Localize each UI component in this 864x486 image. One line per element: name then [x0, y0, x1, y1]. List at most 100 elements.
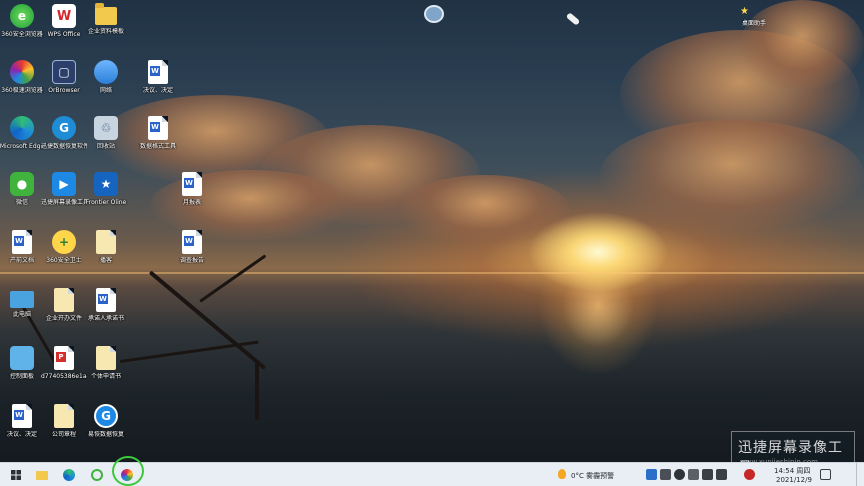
notification-icon[interactable]: [820, 469, 831, 480]
control-icon: [10, 346, 34, 370]
desktop-icon[interactable]: ▢ OrBrowser: [42, 60, 86, 116]
tree-branch: [119, 340, 259, 363]
desktop-icon-label: 360安全浏览器: [1, 31, 43, 38]
desktop-icon-label: 企业资料模板: [87, 28, 124, 35]
doc-icon: W: [148, 60, 168, 84]
desktop-wallpaper: [0, 0, 864, 462]
tray-icon[interactable]: [688, 469, 699, 480]
input-method-icon[interactable]: [744, 469, 755, 480]
desktop-icon-label: 迅捷屏幕录像工具: [41, 199, 87, 206]
desktop-icon-label: 个体申请书: [90, 373, 121, 380]
360browser-icon: e: [10, 4, 34, 28]
desktop-icon[interactable]: Microsoft Edge: [0, 116, 44, 172]
desktop-icon[interactable]: W 决议、决定: [136, 60, 180, 116]
desktop-icon[interactable]: G 迅捷数据恢复软件: [41, 116, 87, 172]
desktop-icon[interactable]: 360极速浏览器: [0, 60, 44, 116]
desktop-icon-label: 网络: [99, 87, 112, 94]
360-taskbar-icon[interactable]: [89, 467, 105, 483]
desktop-icon[interactable]: W 月报表: [170, 172, 214, 228]
tray-icon[interactable]: [660, 469, 671, 480]
docyellow-icon: [54, 288, 74, 312]
easyrecover-icon: G: [94, 404, 118, 428]
recovery-icon: G: [52, 116, 76, 140]
wps-icon: W: [52, 4, 76, 28]
desktop-icon-label: 承诺人承诺书: [87, 315, 124, 322]
doc-icon: W: [182, 230, 202, 254]
frontier-icon: ★: [94, 172, 118, 196]
network-icon[interactable]: [702, 469, 713, 480]
pc-icon: [10, 288, 34, 308]
desktop-icon[interactable]: 网络: [84, 60, 128, 116]
docyellow-icon: [96, 230, 116, 254]
show-desktop-button[interactable]: [856, 463, 864, 486]
start-button[interactable]: [8, 467, 24, 483]
docyellow-icon: [54, 404, 74, 428]
desktop-icon-label: Frontier Oline: [85, 199, 127, 206]
doc-icon: W: [12, 230, 32, 254]
desktop-icon[interactable]: W 数据格式工具: [136, 116, 180, 172]
desktop-icon-label: 此电脑: [12, 311, 31, 318]
weather-text[interactable]: 0°C 雾霾预警: [571, 471, 614, 481]
desktop-icon[interactable]: 控制面板: [0, 346, 44, 402]
desktop-icon-label: 控制面板: [9, 373, 34, 380]
doc-icon: W: [96, 288, 116, 312]
360-speed-taskbar-icon[interactable]: [119, 467, 135, 483]
doc-icon: W: [12, 404, 32, 428]
desktop-icon-label: 月报表: [182, 199, 201, 206]
star-icon: ★: [740, 6, 749, 17]
desktop-icon[interactable]: G 易恢数据恢复: [84, 404, 128, 460]
desktop-icon-label: 迅捷数据恢复软件: [41, 143, 87, 150]
tray-icon[interactable]: [674, 469, 685, 480]
taskbar: 0°C 雾霾预警 14:54 周四 2021/12/9: [0, 456, 864, 486]
desktop-icon[interactable]: 播客: [84, 230, 128, 286]
360speed-icon: [10, 60, 34, 84]
desktop-icon[interactable]: +360安全卫士: [42, 230, 86, 286]
desktop-icon[interactable]: W WPS Office: [42, 4, 86, 60]
desktop-icon[interactable]: W 调查报告: [170, 230, 214, 286]
desktop-icon-label: 公司章程: [51, 431, 76, 438]
desktop-icon-label: 决议、决定: [142, 87, 173, 94]
network-icon: [94, 60, 118, 84]
edge-icon: [10, 116, 34, 140]
desktop-icon-label: 回收站: [96, 143, 115, 150]
desktop-icon[interactable]: W 产前文档: [0, 230, 44, 286]
desktop-icon[interactable]: W 承诺人承诺书: [84, 288, 128, 344]
desktop-icon-label: 播客: [99, 257, 112, 264]
desktop-icon[interactable]: 公司章程: [42, 404, 86, 460]
desktop-icon[interactable]: 个体申请书: [84, 346, 128, 402]
volume-icon[interactable]: [716, 469, 727, 480]
desktop-icon-label: 数据格式工具: [139, 143, 176, 150]
doc-icon: W: [148, 116, 168, 140]
desktop-icon-label: 决议、决定: [6, 431, 37, 438]
desktop-icon[interactable]: Pd77405386e1a42189cc...: [41, 346, 87, 402]
weather-icon: [558, 469, 566, 479]
desktop-icon[interactable]: 企业开办文件: [42, 288, 86, 344]
desktop-icon-label: 企业开办文件: [45, 315, 82, 322]
desktop-icon-label: d77405386e1a42189cc...: [41, 373, 87, 380]
desktop-assistant-widget[interactable]: ★ 桌面助手: [738, 6, 778, 28]
clock-time[interactable]: 14:54 周四: [774, 466, 810, 476]
recorder-icon: ▶: [52, 172, 76, 196]
desktop-pet-icon[interactable]: [424, 5, 444, 23]
desktop-icon-label: 微信: [15, 199, 28, 206]
desktop-icon[interactable]: 此电脑: [0, 288, 44, 344]
desktop-icon-label: WPS Office: [47, 31, 81, 38]
tray-icon[interactable]: [646, 469, 657, 480]
desktop-icon[interactable]: e 360安全浏览器: [0, 4, 44, 60]
desktop-icon[interactable]: ▶ 迅捷屏幕录像工具: [41, 172, 87, 228]
desktop-icon[interactable]: W 决议、决定: [0, 404, 44, 460]
desktop-icon[interactable]: 企业资料模板: [84, 3, 128, 60]
desktop-icon[interactable]: ★ Frontier Oline: [84, 172, 128, 228]
desktop-icon[interactable]: ♲ 回收站: [84, 116, 128, 172]
wechat-icon: ●: [10, 172, 34, 196]
folder-icon: [95, 3, 117, 25]
file-explorer-taskbar-icon[interactable]: [34, 467, 50, 483]
desktop-icon[interactable]: ● 微信: [0, 172, 44, 228]
desktop-icon-label: OrBrowser: [48, 87, 80, 94]
doc-icon: W: [182, 172, 202, 196]
desktop-icon-label: Microsoft Edge: [0, 143, 45, 150]
clock-date[interactable]: 2021/12/9: [776, 476, 812, 484]
edge-taskbar-icon[interactable]: [61, 467, 77, 483]
orbrowser-icon: ▢: [52, 60, 76, 84]
cloud: [400, 175, 570, 245]
